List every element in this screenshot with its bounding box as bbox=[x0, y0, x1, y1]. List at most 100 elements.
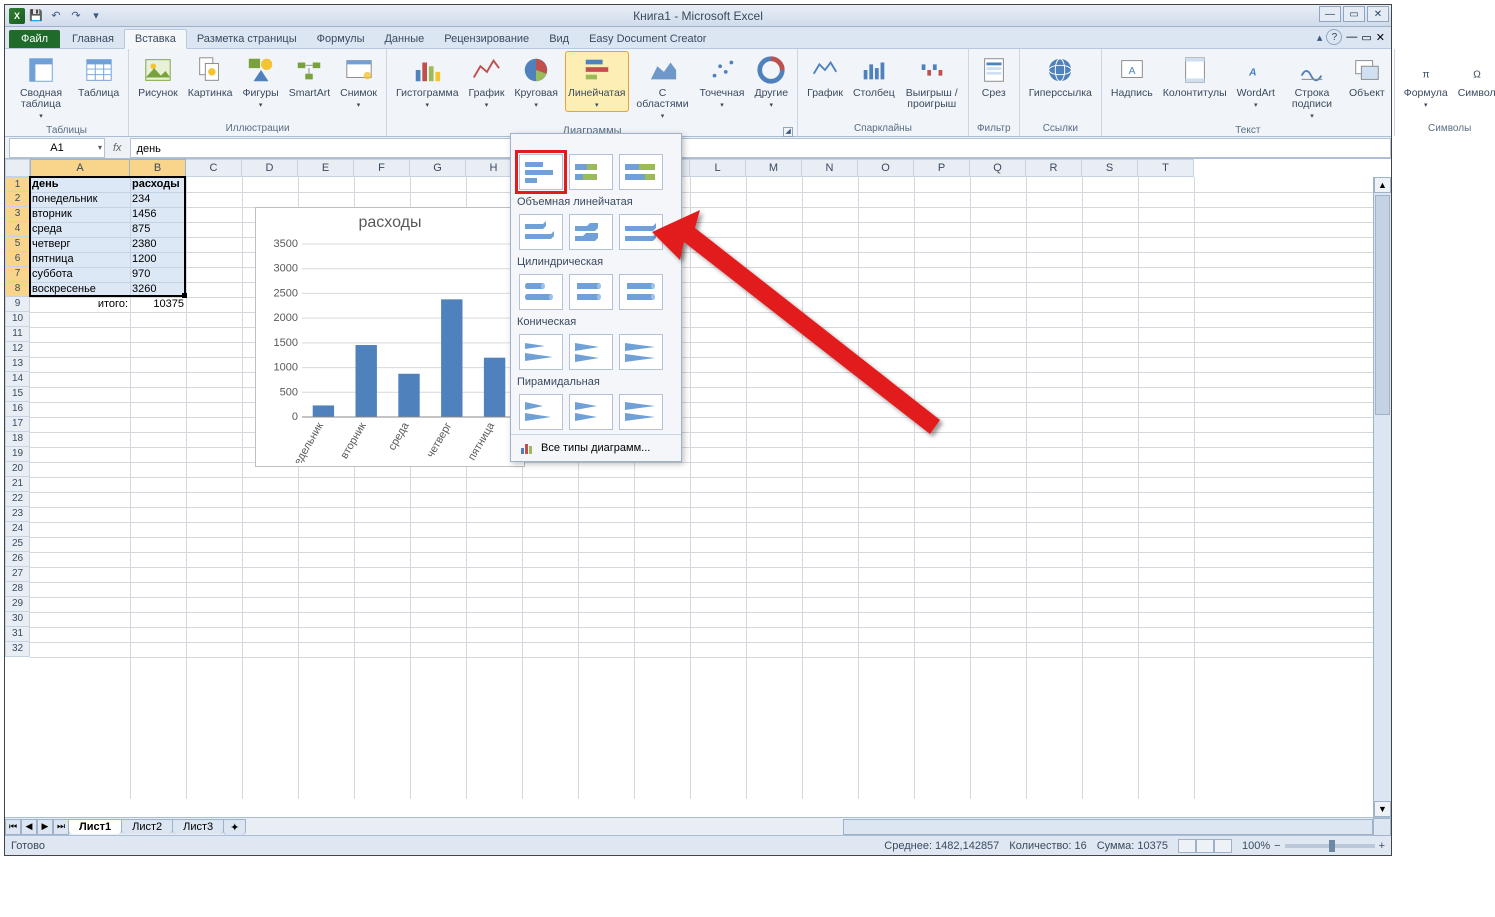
tab-file[interactable]: Файл bbox=[9, 30, 60, 48]
col-header[interactable]: T bbox=[1138, 159, 1194, 177]
cell[interactable]: 970 bbox=[130, 267, 186, 282]
mdi-close-icon[interactable]: ✕ bbox=[1376, 31, 1385, 44]
zoom-level[interactable]: 100% bbox=[1242, 840, 1270, 852]
row-header[interactable]: 6 bbox=[5, 252, 30, 267]
cell[interactable]: 1456 bbox=[130, 207, 186, 222]
mdi-minimize-icon[interactable]: — bbox=[1346, 31, 1357, 43]
row-header[interactable]: 19 bbox=[5, 447, 30, 462]
col-header[interactable]: A bbox=[30, 159, 130, 177]
signature-line-button[interactable]: Строка подписи▾ bbox=[1282, 51, 1342, 123]
worksheet-grid[interactable]: ABCDEFGHIJKLMNOPQRST 1234567891011121314… bbox=[5, 159, 1391, 817]
pyramid-stacked-option[interactable] bbox=[569, 394, 613, 430]
zoom-slider[interactable] bbox=[1285, 844, 1375, 848]
col-header[interactable]: L bbox=[690, 159, 746, 177]
row-header[interactable]: 3 bbox=[5, 207, 30, 222]
cylinder-100-stacked-option[interactable] bbox=[619, 274, 663, 310]
new-sheet-button[interactable]: ✦ bbox=[223, 819, 246, 835]
picture-button[interactable]: Рисунок bbox=[135, 51, 181, 102]
tab-view[interactable]: Вид bbox=[539, 30, 579, 48]
row-header[interactable]: 12 bbox=[5, 342, 30, 357]
cell[interactable]: вторник bbox=[30, 207, 130, 222]
sparkline-line-button[interactable]: График bbox=[804, 51, 846, 102]
row-header[interactable]: 7 bbox=[5, 267, 30, 282]
sheet-tab-2[interactable]: Лист2 bbox=[121, 819, 173, 834]
col-header[interactable]: D bbox=[242, 159, 298, 177]
scroll-down-icon[interactable]: ▼ bbox=[1374, 801, 1391, 817]
zoom-out-icon[interactable]: − bbox=[1274, 840, 1280, 852]
cell[interactable]: 2380 bbox=[130, 237, 186, 252]
3d-stacked-bar-option[interactable] bbox=[569, 214, 613, 250]
equation-button[interactable]: πФормула▾ bbox=[1401, 51, 1451, 112]
cell[interactable]: суббота bbox=[30, 267, 130, 282]
scroll-thumb[interactable] bbox=[1375, 195, 1390, 415]
qat-undo-icon[interactable]: ↶ bbox=[47, 7, 65, 25]
symbol-button[interactable]: ΩСимвол bbox=[1455, 51, 1495, 102]
charts-dialog-launcher[interactable]: ◢ bbox=[783, 127, 793, 137]
sparkline-winloss-button[interactable]: Выигрыш / проигрыш bbox=[902, 51, 962, 113]
cone-stacked-option[interactable] bbox=[569, 334, 613, 370]
wordart-button[interactable]: AWordArt▾ bbox=[1234, 51, 1278, 112]
row-header[interactable]: 29 bbox=[5, 597, 30, 612]
line-chart-button[interactable]: График▾ bbox=[466, 51, 508, 112]
help-icon[interactable]: ? bbox=[1326, 29, 1342, 45]
tab-layout[interactable]: Разметка страницы bbox=[187, 30, 307, 48]
sparkline-column-button[interactable]: Столбец bbox=[850, 51, 898, 102]
row-header[interactable]: 20 bbox=[5, 462, 30, 477]
vertical-scrollbar[interactable]: ▲ ▼ bbox=[1373, 177, 1391, 817]
row-header[interactable]: 13 bbox=[5, 357, 30, 372]
shapes-button[interactable]: Фигуры▾ bbox=[239, 51, 281, 112]
pie-chart-button[interactable]: Круговая▾ bbox=[511, 51, 561, 112]
qat-save-icon[interactable]: 💾 bbox=[27, 7, 45, 25]
table-button[interactable]: Таблица bbox=[75, 51, 122, 102]
pivot-table-button[interactable]: Сводная таблица▾ bbox=[11, 51, 71, 123]
3d-clustered-bar-option[interactable] bbox=[519, 214, 563, 250]
textbox-button[interactable]: AНадпись bbox=[1108, 51, 1156, 102]
col-header[interactable]: P bbox=[914, 159, 970, 177]
object-button[interactable]: Объект bbox=[1346, 51, 1388, 102]
row-header[interactable]: 10 bbox=[5, 312, 30, 327]
row-header[interactable]: 16 bbox=[5, 402, 30, 417]
scroll-up-icon[interactable]: ▲ bbox=[1374, 177, 1391, 193]
formula-input[interactable]: день bbox=[130, 138, 1391, 158]
select-all-button[interactable] bbox=[5, 159, 30, 177]
row-header[interactable]: 18 bbox=[5, 432, 30, 447]
cell[interactable]: итого: bbox=[30, 297, 130, 312]
minimize-ribbon-icon[interactable]: ▴ bbox=[1317, 31, 1323, 44]
view-pagebreak-icon[interactable] bbox=[1214, 839, 1232, 853]
col-header[interactable]: E bbox=[298, 159, 354, 177]
cone-100-stacked-option[interactable] bbox=[619, 334, 663, 370]
col-header[interactable]: C bbox=[186, 159, 242, 177]
row-header[interactable]: 23 bbox=[5, 507, 30, 522]
embedded-chart[interactable]: расходы 0500100015002000250030003500поне… bbox=[255, 207, 525, 467]
100-stacked-bar-option[interactable] bbox=[619, 154, 663, 190]
row-header[interactable]: 32 bbox=[5, 642, 30, 657]
col-header[interactable]: M bbox=[746, 159, 802, 177]
maximize-button[interactable]: ▭ bbox=[1343, 6, 1365, 22]
row-header[interactable]: 27 bbox=[5, 567, 30, 582]
cylinder-clustered-option[interactable] bbox=[519, 274, 563, 310]
row-header[interactable]: 9 bbox=[5, 297, 30, 312]
qat-customize-icon[interactable]: ▾ bbox=[87, 7, 105, 25]
row-header[interactable]: 21 bbox=[5, 477, 30, 492]
row-header[interactable]: 5 bbox=[5, 237, 30, 252]
row-header[interactable]: 2 bbox=[5, 192, 30, 207]
all-chart-types-button[interactable]: Все типы диаграмм... bbox=[511, 434, 681, 461]
hyperlink-button[interactable]: Гиперссылка bbox=[1026, 51, 1095, 102]
row-header[interactable]: 30 bbox=[5, 612, 30, 627]
row-header[interactable]: 22 bbox=[5, 492, 30, 507]
sheet-tab-1[interactable]: Лист1 bbox=[68, 819, 122, 834]
sheet-nav-first-icon[interactable]: ⏮ bbox=[5, 819, 21, 835]
fx-icon[interactable]: fx bbox=[105, 142, 130, 154]
row-header[interactable]: 17 bbox=[5, 417, 30, 432]
row-header[interactable]: 4 bbox=[5, 222, 30, 237]
name-box[interactable]: A1▾ bbox=[9, 138, 105, 158]
tab-formulas[interactable]: Формулы bbox=[307, 30, 375, 48]
cell[interactable]: 1200 bbox=[130, 252, 186, 267]
pyramid-100-stacked-option[interactable] bbox=[619, 394, 663, 430]
column-chart-button[interactable]: Гистограмма▾ bbox=[393, 51, 462, 112]
clipart-button[interactable]: Картинка bbox=[185, 51, 236, 102]
sheet-nav-prev-icon[interactable]: ◀ bbox=[21, 819, 37, 835]
clustered-bar-option[interactable] bbox=[519, 154, 563, 190]
tab-insert[interactable]: Вставка bbox=[124, 29, 187, 49]
close-button[interactable]: ✕ bbox=[1367, 6, 1389, 22]
